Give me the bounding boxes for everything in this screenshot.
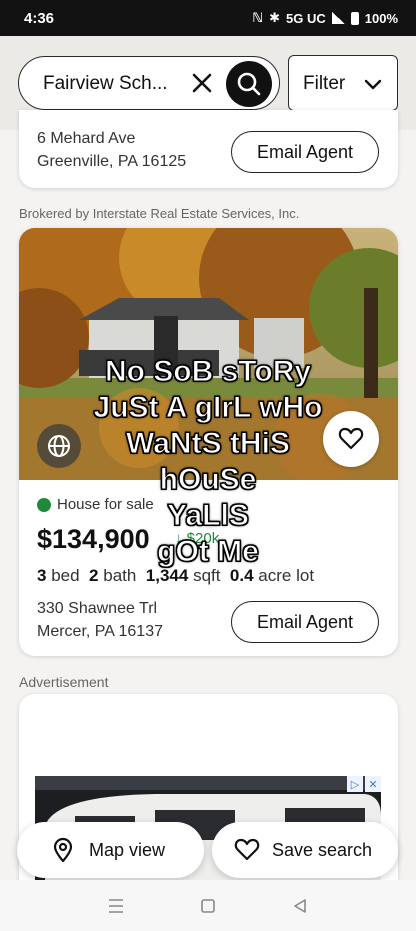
status-icons: ℕ ✱ 5G UC 100% — [252, 10, 398, 26]
overlay-caption: No SoB sToRy JuSt A gIrL wHo WaNtS tHiS … — [40, 354, 376, 570]
filter-button[interactable]: Filter — [288, 55, 398, 111]
address-line-1: 330 Shawnee Trl — [37, 600, 158, 617]
signal-icon — [331, 12, 345, 24]
caption-line: WaNtS tHiS — [126, 427, 291, 461]
clear-icon[interactable] — [189, 70, 215, 96]
caption-line: hOuSe — [159, 463, 257, 497]
map-view-button[interactable]: Map view — [17, 822, 204, 878]
system-nav-bar — [0, 880, 416, 931]
close-ad-icon[interactable]: ✕ — [365, 776, 381, 792]
search-input[interactable]: Fairview Sch... — [18, 56, 280, 110]
caption-line: JuSt A gIrL wHo — [93, 391, 323, 425]
adchoices-icon[interactable]: ▷ — [347, 776, 363, 792]
status-bar: 4:36 ℕ ✱ 5G UC 100% — [0, 0, 416, 36]
caption-line: YaLlS — [167, 499, 250, 533]
nfc-icon: ℕ — [252, 10, 264, 25]
caption-line: No SoB sToRy — [104, 355, 312, 389]
ad-choices[interactable]: ▷ ✕ — [347, 776, 381, 792]
listing-card-previous[interactable]: 6 Mehard Ave Greenville, PA 16125 Email … — [19, 110, 398, 188]
map-view-label: Map view — [89, 839, 166, 860]
back-icon[interactable] — [290, 896, 310, 916]
search-value: Fairview Sch... — [43, 73, 168, 94]
listing-address: 6 Mehard Ave Greenville, PA 16125 — [37, 127, 186, 173]
recents-icon[interactable] — [106, 896, 126, 916]
save-search-label: Save search — [272, 839, 373, 860]
email-agent-button[interactable]: Email Agent — [231, 131, 379, 173]
battery-icon — [350, 11, 359, 25]
address-line-2: Mercer, PA 16137 — [37, 623, 163, 640]
status-time: 4:36 — [24, 9, 55, 27]
advertisement-label: Advertisement — [19, 674, 109, 690]
address-line-2: Greenville, PA 16125 — [37, 153, 187, 170]
address-line-1: 6 Mehard Ave — [37, 130, 136, 147]
search-button[interactable] — [226, 61, 272, 107]
caption-line: gOt Me — [157, 535, 260, 569]
chevron-down-icon — [364, 79, 382, 90]
email-agent-button[interactable]: Email Agent — [231, 601, 379, 643]
home-icon[interactable] — [198, 896, 218, 916]
network-label: 5G UC — [286, 10, 326, 26]
broker-credit: Brokered by Interstate Real Estate Servi… — [19, 206, 300, 221]
listing-address: 330 Shawnee Trl Mercer, PA 16137 — [37, 597, 163, 643]
save-search-button[interactable]: Save search — [212, 822, 398, 878]
bluetooth-icon: ✱ — [269, 10, 281, 25]
search-icon — [237, 72, 261, 96]
filter-label: Filter — [303, 73, 346, 94]
battery-level: 100% — [364, 10, 398, 26]
heart-icon — [234, 838, 260, 861]
map-pin-icon — [53, 837, 73, 863]
